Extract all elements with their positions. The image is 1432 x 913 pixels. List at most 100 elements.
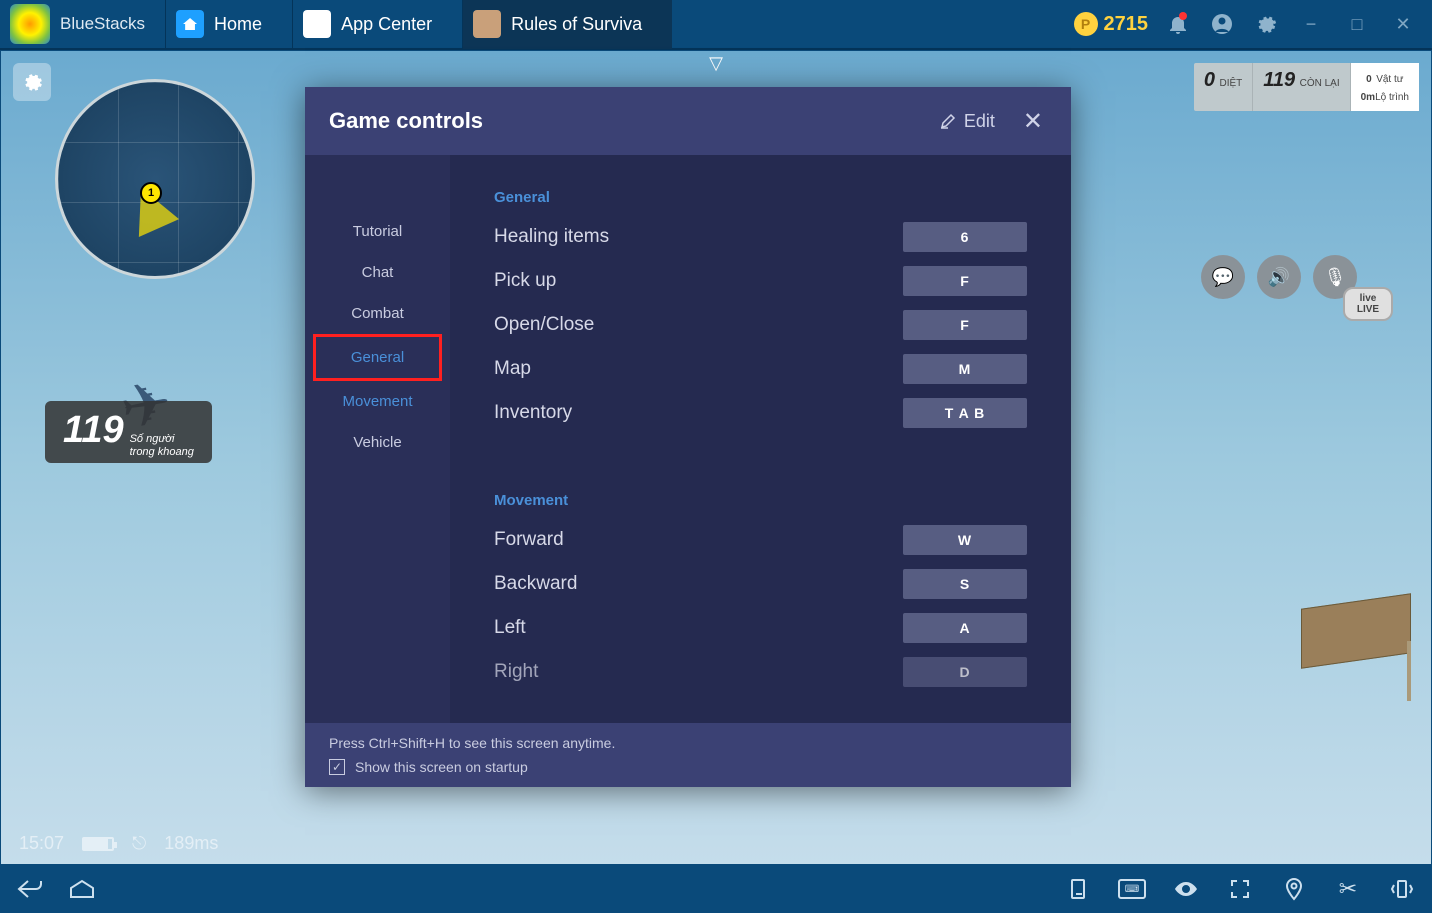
back-icon[interactable]	[14, 873, 46, 905]
checkbox-icon[interactable]: ✓	[329, 759, 345, 775]
location-icon[interactable]	[1278, 873, 1310, 905]
minimap[interactable]: 1	[55, 79, 255, 279]
edit-button[interactable]: Edit	[940, 111, 995, 132]
speaker-icon[interactable]: 🔊	[1257, 255, 1301, 299]
startup-checkbox-row[interactable]: ✓ Show this screen on startup	[329, 759, 1047, 775]
keybind-label: Open/Close	[494, 314, 903, 336]
wifi-icon: ⎋	[132, 833, 146, 854]
keybind-row: Healing items6	[494, 222, 1027, 252]
keybind-input[interactable]: 6	[903, 222, 1027, 252]
window-close-icon[interactable]: ✕	[1388, 14, 1418, 35]
keybind-input[interactable]: F	[903, 266, 1027, 296]
keybind-label: Backward	[494, 573, 903, 595]
sidebar-item-combat[interactable]: Combat	[305, 293, 450, 334]
hud-alive-value: 119	[1263, 69, 1295, 91]
keyboard-icon[interactable]: ⌨	[1116, 873, 1148, 905]
brand-name: BlueStacks	[60, 14, 145, 34]
window-minimize-icon[interactable]: −	[1296, 14, 1326, 35]
hud-side-buttons: 💬 🔊 🎙	[1201, 255, 1357, 299]
live-stream-button[interactable]: liveLIVE	[1343, 287, 1393, 321]
fullscreen-icon[interactable]	[1224, 873, 1256, 905]
topbar-right: P 2715 − □ ✕	[1074, 10, 1432, 38]
tab-game[interactable]: Rules of Surviva	[462, 0, 672, 49]
keybind-input[interactable]: A	[903, 613, 1027, 643]
home-icon	[176, 10, 204, 38]
section-title-movement: Movement	[494, 492, 1027, 509]
home-icon[interactable]	[66, 873, 98, 905]
ping-value: 189ms	[164, 833, 218, 854]
shake-icon[interactable]	[1386, 873, 1418, 905]
keybind-row: ForwardW	[494, 525, 1027, 555]
scissors-icon[interactable]: ✂	[1332, 873, 1364, 905]
sidebar-item-movement[interactable]: Movement	[305, 381, 450, 422]
shop-icon	[303, 10, 331, 38]
keybind-row: BackwardS	[494, 569, 1027, 599]
flag-sprite	[1301, 581, 1431, 701]
keybind-input[interactable]: D	[903, 657, 1027, 687]
device-icon[interactable]	[1062, 873, 1094, 905]
game-viewport: ▽ 1 0 DIỆT 119 CÒN LẠI 0 Vật tư 0mLộ trì…	[0, 50, 1432, 865]
tab-label: Rules of Surviva	[511, 14, 642, 35]
keybind-row: LeftA	[494, 613, 1027, 643]
hud-kills: 0 DIỆT	[1194, 63, 1253, 111]
keybind-row: RightD	[494, 657, 1027, 687]
checkbox-label: Show this screen on startup	[355, 759, 528, 775]
count-number: 119	[63, 409, 124, 452]
keybind-label: Right	[494, 661, 903, 683]
keybind-input[interactable]: W	[903, 525, 1027, 555]
keybind-row: MapM	[494, 354, 1027, 384]
tab-home[interactable]: Home	[165, 0, 292, 49]
edit-label: Edit	[964, 111, 995, 132]
settings-icon[interactable]	[1252, 10, 1280, 38]
coin-value: 2715	[1104, 13, 1149, 36]
game-controls-modal: Game controls Edit ✕ Tutorial Chat Comba…	[305, 87, 1071, 787]
account-icon[interactable]	[1208, 10, 1236, 38]
chat-icon[interactable]: 💬	[1201, 255, 1245, 299]
app-topbar: BlueStacks Home App Center Rules of Surv…	[0, 0, 1432, 50]
coin-icon: P	[1074, 12, 1098, 36]
passenger-count-badge: 119 Số ngườitrong khoang	[45, 401, 212, 463]
modal-title: Game controls	[329, 108, 940, 134]
keybind-label: Inventory	[494, 402, 903, 424]
eye-icon[interactable]	[1170, 873, 1202, 905]
tab-label: App Center	[341, 14, 432, 35]
keybind-label: Left	[494, 617, 903, 639]
window-maximize-icon[interactable]: □	[1342, 14, 1372, 35]
count-label: Số ngườitrong khoang	[130, 433, 194, 459]
keybind-input[interactable]: S	[903, 569, 1027, 599]
modal-content[interactable]: General Healing items6 Pick upF Open/Clo…	[450, 155, 1071, 723]
hud-stats-panel: 0 DIỆT 119 CÒN LẠI 0 Vật tư 0mLộ trình	[1194, 63, 1419, 111]
keybind-label: Map	[494, 358, 903, 380]
modal-footer: Press Ctrl+Shift+H to see this screen an…	[305, 723, 1071, 787]
sidebar-item-tutorial[interactable]: Tutorial	[305, 211, 450, 252]
keybind-row: InventoryT A B	[494, 398, 1027, 428]
sidebar-item-chat[interactable]: Chat	[305, 252, 450, 293]
tab-label: Home	[214, 14, 262, 35]
keybind-input[interactable]: M	[903, 354, 1027, 384]
game-status-bar: 15:07 ⎋ 189ms	[19, 833, 218, 854]
tab-app-center[interactable]: App Center	[292, 0, 462, 49]
modal-body: Tutorial Chat Combat General Movement Ve…	[305, 155, 1071, 723]
coin-balance[interactable]: P 2715	[1074, 12, 1149, 36]
android-navbar: ⌨ ✂	[0, 865, 1432, 913]
hud-kill-value: 0	[1204, 69, 1215, 91]
hud-alive-label: CÒN LẠI	[1300, 78, 1340, 89]
modal-sidebar: Tutorial Chat Combat General Movement Ve…	[305, 155, 450, 723]
keybind-label: Healing items	[494, 226, 903, 248]
sidebar-item-general[interactable]: General	[313, 334, 442, 381]
keybind-input[interactable]: T A B	[903, 398, 1027, 428]
notifications-icon[interactable]	[1164, 10, 1192, 38]
game-settings-icon[interactable]	[13, 63, 51, 101]
keybind-label: Pick up	[494, 270, 903, 292]
hud-kill-label: DIỆT	[1219, 78, 1242, 89]
caret-down-icon[interactable]: ▽	[709, 53, 723, 74]
keybind-label: Forward	[494, 529, 903, 551]
keybind-row: Open/CloseF	[494, 310, 1027, 340]
footer-hint-text: Press Ctrl+Shift+H to see this screen an…	[329, 735, 1047, 751]
close-icon[interactable]: ✕	[1019, 103, 1047, 140]
sidebar-item-vehicle[interactable]: Vehicle	[305, 422, 450, 463]
minimap-player-marker: 1	[140, 182, 162, 204]
keybind-row: Pick upF	[494, 266, 1027, 296]
clock-value: 15:07	[19, 833, 64, 854]
keybind-input[interactable]: F	[903, 310, 1027, 340]
